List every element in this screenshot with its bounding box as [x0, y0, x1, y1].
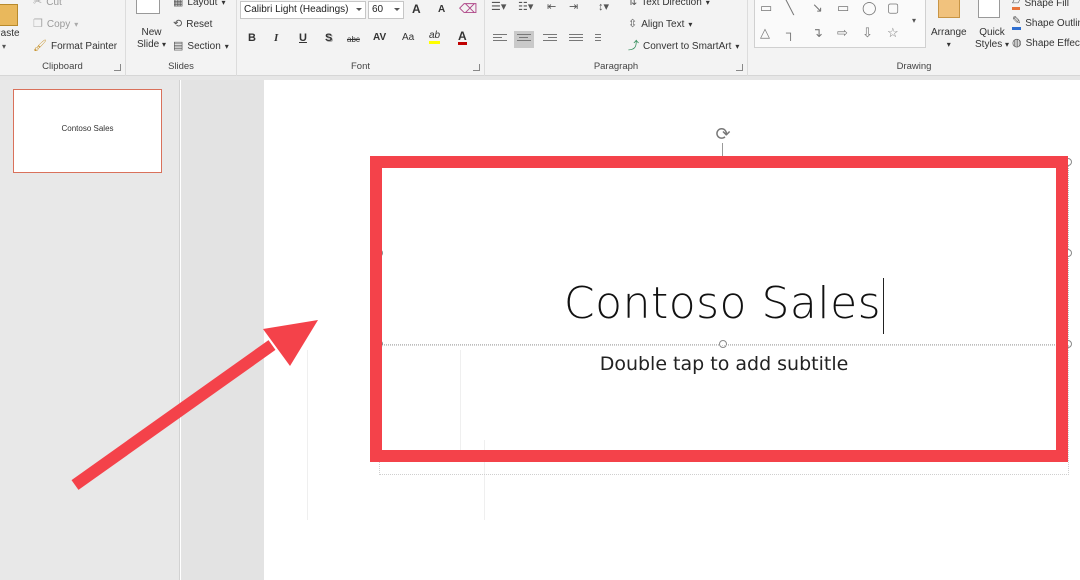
paragraph-group: ☰▾ ☷▾ ⇤ ⇥ ↕▾ ⇅ Text Direction ▾ ⇳ Align …: [485, 0, 748, 76]
slide-thumbnail[interactable]: Contoso Sales: [13, 89, 162, 173]
convert-smartart-button[interactable]: ⤴ Convert to SmartArt ▾: [628, 40, 739, 53]
align-text-icon: ⇳: [628, 18, 638, 30]
shape-fill-icon: ▱: [1012, 0, 1021, 10]
shape-effects-button[interactable]: ◍ Shape Effects: [1012, 37, 1080, 50]
right-arrow-shape-icon[interactable]: ⇨: [837, 26, 848, 39]
columns-icon[interactable]: [595, 34, 609, 45]
section-icon: ▤: [173, 40, 184, 52]
copy-dropdown-icon[interactable]: ▾: [74, 20, 78, 29]
shrink-font-button[interactable]: A: [438, 4, 445, 15]
shapes-gallery[interactable]: ▭ ╲ ↘ ▭ ◯ ▢ △ ┐ ↴ ⇨ ⇩ ☆: [754, 0, 926, 48]
cut-icon: ✂: [33, 0, 43, 8]
slides-group: New Slide ▾ ▦ Layout ▾ ⟲ Reset ▤ Section…: [126, 0, 237, 76]
elbow-arrow-shape-icon[interactable]: ↴: [812, 26, 823, 39]
section-dropdown-icon[interactable]: ▾: [225, 42, 229, 51]
decrease-indent-icon[interactable]: ⇤: [547, 2, 556, 13]
italic-button[interactable]: I: [274, 32, 278, 44]
elbow-connector-shape-icon[interactable]: ┐: [786, 26, 795, 39]
layout-icon: ▦: [173, 0, 184, 8]
text-shadow-button[interactable]: S: [325, 32, 332, 44]
clear-formatting-icon[interactable]: ⌫: [459, 2, 477, 15]
star-shape-icon[interactable]: ☆: [887, 26, 899, 39]
font-name-dropdown-icon: [356, 8, 362, 11]
change-case-button[interactable]: Aa: [402, 32, 414, 43]
align-center-icon[interactable]: [514, 31, 534, 48]
font-size-dropdown-icon: [394, 8, 400, 11]
cut-button[interactable]: ✂ Cut: [33, 0, 62, 8]
arrange-button[interactable]: Arrange ▾: [931, 27, 967, 51]
copy-button[interactable]: ❐ Copy ▾: [33, 18, 78, 31]
shape-fill-button[interactable]: ▱ Shape Fill: [1012, 0, 1069, 10]
slide-thumbnail-title: Contoso Sales: [61, 124, 114, 133]
drawing-group-label: Drawing: [896, 61, 932, 72]
font-name-dropdown[interactable]: Calibri Light (Headings): [240, 1, 366, 19]
justify-icon[interactable]: [569, 34, 583, 45]
align-text-button[interactable]: ⇳ Align Text ▾: [628, 18, 692, 31]
font-group: Calibri Light (Headings) 60 A A ⌫ B I U …: [237, 0, 485, 76]
drawing-group: ▭ ╲ ↘ ▭ ◯ ▢ △ ┐ ↴ ⇨ ⇩ ☆ ▾ Arrange ▾ Quick…: [748, 0, 1080, 76]
clipboard-group: Paste ▾ ✂ Cut ❐ Copy ▾ 🖌 Format Painter …: [0, 0, 126, 76]
font-color-button[interactable]: A: [458, 30, 467, 45]
textbox-shape-icon[interactable]: ▭: [760, 1, 772, 14]
increase-indent-icon[interactable]: ⇥: [569, 2, 578, 13]
new-slide-button[interactable]: New Slide ▾: [137, 27, 166, 51]
align-left-icon[interactable]: [493, 34, 507, 45]
font-launcher-icon[interactable]: [473, 64, 480, 71]
guide-line: [307, 350, 308, 520]
reset-button[interactable]: ⟲ Reset: [173, 18, 212, 31]
layout-button[interactable]: ▦ Layout ▾: [173, 0, 225, 8]
layout-dropdown-icon[interactable]: ▾: [221, 0, 225, 7]
rectangle-shape-icon[interactable]: ▭: [837, 1, 849, 14]
down-arrow-shape-icon[interactable]: ⇩: [862, 26, 873, 39]
text-direction-button[interactable]: ⇅ Text Direction ▾: [628, 0, 710, 8]
slide-canvas-gutter: [181, 80, 264, 580]
paste-button[interactable]: Paste: [0, 28, 20, 40]
paragraph-group-label: Paragraph: [593, 61, 639, 72]
reset-icon: ⟲: [173, 18, 183, 30]
quick-styles-icon: [978, 0, 1000, 18]
section-button[interactable]: ▤ Section ▾: [173, 40, 229, 53]
shapes-more-icon[interactable]: ▾: [912, 16, 916, 25]
triangle-shape-icon[interactable]: △: [760, 26, 770, 39]
clipboard-launcher-icon[interactable]: [114, 64, 121, 71]
strikethrough-button[interactable]: abc: [347, 35, 360, 44]
font-size-dropdown[interactable]: 60: [368, 1, 404, 19]
shape-effects-icon: ◍: [1012, 37, 1022, 49]
copy-icon: ❐: [33, 18, 43, 30]
format-painter-button[interactable]: 🖌 Format Painter: [33, 40, 117, 53]
paste-dropdown-icon[interactable]: ▾: [2, 41, 6, 53]
paste-icon: [0, 4, 18, 26]
paragraph-launcher-icon[interactable]: [736, 64, 743, 71]
oval-shape-icon[interactable]: ◯: [862, 1, 877, 14]
bold-button[interactable]: B: [248, 32, 256, 44]
line-spacing-icon[interactable]: ↕▾: [598, 2, 609, 13]
shape-outline-button[interactable]: ✎ Shape Outline: [1012, 16, 1080, 30]
rounded-rect-shape-icon[interactable]: ▢: [887, 1, 899, 14]
ribbon: Paste ▾ ✂ Cut ❐ Copy ▾ 🖌 Format Painter …: [0, 0, 1080, 76]
shape-outline-icon: ✎: [1012, 16, 1022, 30]
font-group-label: Font: [350, 61, 370, 72]
highlight-annotation-box: [370, 156, 1068, 462]
text-direction-icon: ⇅: [628, 0, 638, 8]
line-shape-icon[interactable]: ╲: [786, 1, 794, 14]
highlight-color-button[interactable]: ab: [429, 31, 441, 44]
underline-button[interactable]: U: [299, 32, 307, 44]
format-painter-icon: 🖌: [33, 40, 47, 52]
grow-font-button[interactable]: A: [412, 2, 421, 16]
character-spacing-button[interactable]: AV: [373, 32, 386, 43]
bullets-icon[interactable]: ☰▾: [491, 2, 506, 13]
rotate-icon[interactable]: ⟳: [713, 124, 733, 144]
clipboard-group-label: Clipboard: [42, 61, 83, 72]
align-right-icon[interactable]: [543, 34, 557, 45]
new-slide-icon: [136, 0, 160, 14]
arrange-icon: [938, 0, 960, 18]
slides-group-label: Slides: [168, 61, 194, 72]
quick-styles-button[interactable]: Quick Styles ▾: [975, 27, 1009, 51]
smartart-icon: ⤴: [628, 40, 639, 52]
numbering-icon[interactable]: ☷▾: [518, 2, 533, 13]
arrow-line-shape-icon[interactable]: ↘: [812, 1, 823, 14]
